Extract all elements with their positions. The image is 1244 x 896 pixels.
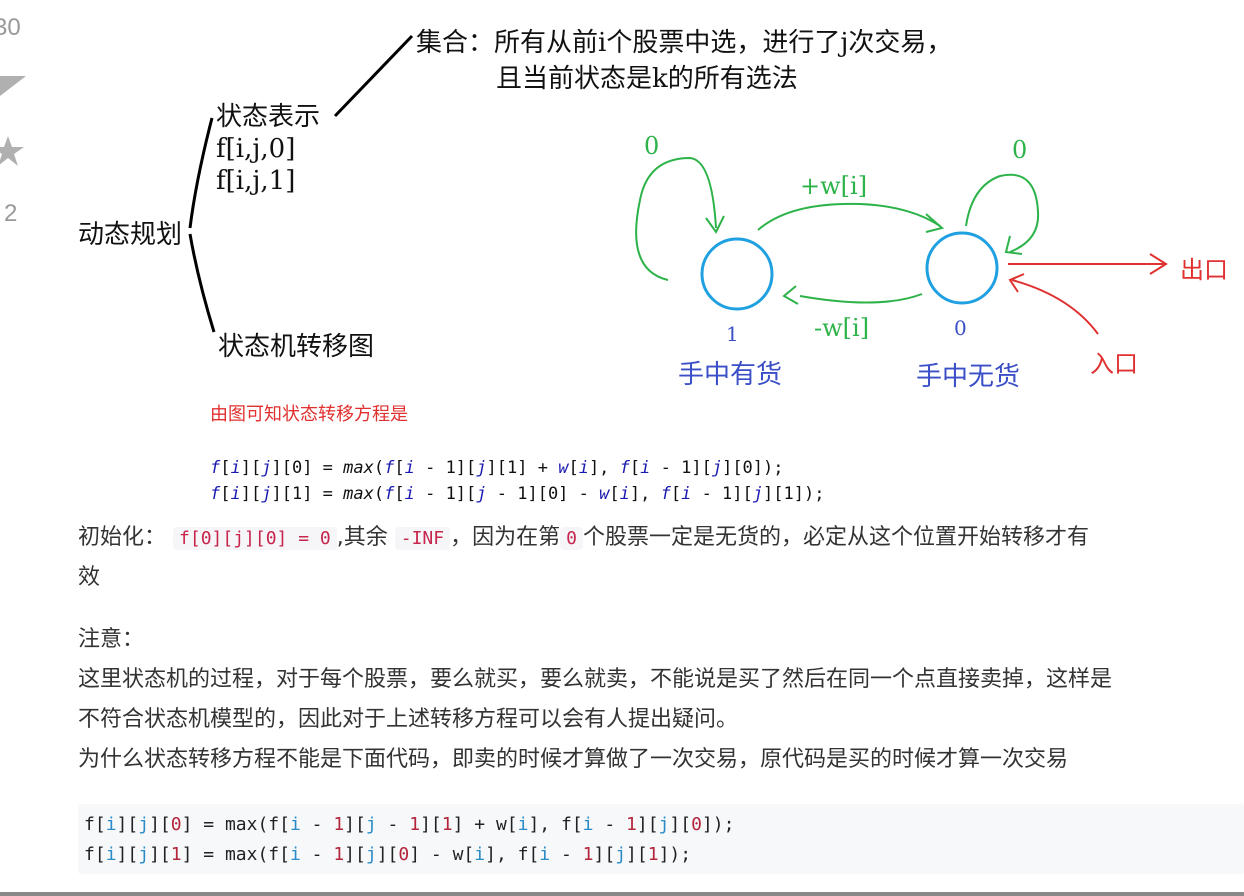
init-paragraph: 初始化： f[0][j][0] = 0 ,其余 -INF ，因为在第 0 个股票一定是无… [78,520,1089,557]
set-label: 集合：所有从前i个股票中选，进行了j次交易， [416,28,953,58]
conclusion-label: 由图可知状态转移方程是 [210,404,408,424]
code-block[interactable]: f[i][j][0] = max(f[i - 1][j - 1][1] + w[… [78,804,1244,874]
edge-top-label: +w[i] [800,172,868,200]
state-f0-label: f[i,j,0] [216,134,296,164]
zero-code: 0 [560,527,583,550]
note-title: 注意： [78,627,145,652]
bottom-divider [0,892,1244,896]
dp-label: 动态规划 [78,220,183,250]
init-mid: ,其余 [336,525,388,550]
state-machine-label: 状态机转移图 [218,332,375,362]
node-left-number: 1 [726,322,739,346]
code-line-2: f[i][j][1] = max(f[i - 1][j][0] - w[i], … [84,844,692,865]
init-text: ，因为在第 [450,525,561,550]
init-code: f[0][j][0] = 0 [173,527,337,550]
entry-label: 入口 [1090,350,1138,378]
loop-left-label: 0 [644,132,660,160]
init-wrap: 效 [78,565,101,590]
equation-line-1: f[i][j][0] = max(f[i - 1][j][1] + w[i], … [210,458,784,478]
init-prefix: 初始化： [78,525,167,550]
exit-label: 出口 [1180,256,1228,284]
node-right-number: 0 [954,316,967,340]
equation-line-2: f[i][j][1] = max(f[i - 1][j - 1][0] - w[… [210,484,825,504]
note-line-1: 这里状态机的过程，对于每个股票，要么就买，要么就卖，不能说是买了然后在同一个点直… [78,667,1113,692]
note-line-2: 不符合状态机模型的，因此对于上述转移方程可以会有人提出疑问。 [78,707,739,732]
node-right-caption: 手中无货 [916,362,1021,392]
note-line-3: 为什么状态转移方程不能是下面代码，即卖的时候才算做了一次交易，原代码是买的时候才… [78,747,1069,772]
loop-right-label: 0 [1012,136,1028,164]
set-label-line2: 且当前状态是k的所有选法 [496,64,798,94]
state-repr-label: 状态表示 [216,102,321,132]
edge-bottom-label: -w[i] [814,314,870,342]
node-left-caption: 手中有货 [678,360,783,390]
init-rest: 个股票一定是无货的，必定从这个位置开始转移才有 [582,525,1089,550]
inf-code: -INF [394,527,451,550]
state-f1-label: f[i,j,1] [216,166,296,196]
code-line-1: f[i][j][0] = max(f[i - 1][j - 1][1] + w[… [84,814,735,835]
